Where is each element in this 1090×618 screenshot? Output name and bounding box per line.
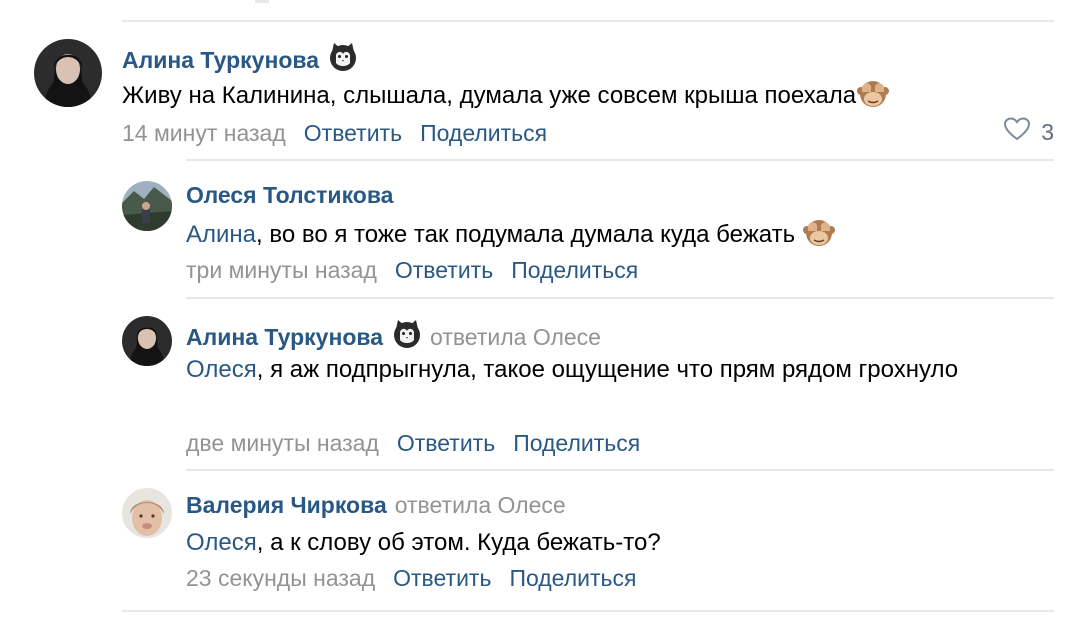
mention-link[interactable]: Олеся [186, 529, 257, 556]
divider-top-fragment [255, 0, 269, 3]
comment-time[interactable]: две минуты назад [186, 430, 379, 457]
author-name[interactable]: Алина Туркунова [186, 324, 383, 351]
share-button[interactable]: Поделиться [509, 565, 636, 592]
divider [122, 610, 1054, 612]
avatar[interactable] [122, 181, 172, 231]
comment-text: Живу на Калинина, слышала, думала уже со… [122, 77, 1022, 119]
mention-link[interactable]: Алина [186, 221, 256, 248]
divider [122, 20, 1054, 22]
reply-button[interactable]: Ответить [395, 257, 493, 284]
comment-text: Олеся, я аж подпрыгнула, такое ощущение … [186, 353, 966, 387]
comment-text-body: , во во я тоже так подумала думала куда … [256, 221, 796, 248]
reply-to-label[interactable]: ответила Олесе [395, 492, 566, 519]
divider [186, 469, 1054, 471]
comment-author[interactable]: Алина Туркунова [122, 42, 358, 78]
comment-text: Олеся, а к слову об этом. Куда бежать-то… [186, 526, 1046, 560]
divider [186, 159, 1054, 161]
comment-author[interactable]: Олеся Толстикова [186, 182, 393, 209]
comment-text-body: , а к слову об этом. Куда бежать-то? [256, 529, 661, 556]
comment-meta: две минуты назад Ответить Поделиться [186, 430, 640, 457]
author-name[interactable]: Валерия Чиркова [186, 492, 387, 519]
comment-author[interactable]: Алина Туркунова ответила Олесе [186, 319, 601, 355]
comment-text-body: , я аж подпрыгнула, такое ощущение что п… [256, 356, 959, 383]
comment-meta: 23 секунды назад Ответить Поделиться [186, 565, 636, 592]
comment-meta: три минуты назад Ответить Поделиться [186, 257, 638, 284]
share-button[interactable]: Поделиться [513, 430, 640, 457]
comment-meta: 14 минут назад Ответить Поделиться [122, 120, 547, 147]
like-button[interactable]: 3 [1003, 117, 1054, 147]
cat-badge-icon [392, 319, 422, 355]
avatar[interactable] [122, 316, 172, 366]
mention-link[interactable]: Олеся [186, 356, 257, 383]
comment-text: Алина, во во я тоже так подумала думала … [186, 216, 1046, 258]
share-button[interactable]: Поделиться [511, 257, 638, 284]
reply-to-label[interactable]: ответила Олесе [430, 324, 601, 351]
share-button[interactable]: Поделиться [420, 120, 547, 147]
author-name[interactable]: Алина Туркунова [122, 47, 319, 74]
comment-time[interactable]: 23 секунды назад [186, 565, 375, 592]
divider [186, 297, 1054, 299]
reply-button[interactable]: Ответить [397, 430, 495, 457]
see-no-evil-monkey-icon [856, 77, 890, 119]
comment-time[interactable]: три минуты назад [186, 257, 377, 284]
like-count: 3 [1041, 118, 1054, 145]
see-no-evil-monkey-icon [802, 216, 836, 258]
cat-badge-icon [328, 42, 358, 78]
comment-author[interactable]: Валерия Чиркова ответила Олесе [186, 492, 566, 519]
author-name[interactable]: Олеся Толстикова [186, 182, 393, 209]
comment-text-body: Живу на Калинина, слышала, думала уже со… [122, 82, 857, 109]
heart-outline-icon[interactable] [1003, 117, 1031, 147]
reply-button[interactable]: Ответить [304, 120, 402, 147]
reply-button[interactable]: Ответить [393, 565, 491, 592]
avatar[interactable] [122, 488, 172, 538]
comment-time[interactable]: 14 минут назад [122, 120, 286, 147]
avatar[interactable] [34, 39, 102, 107]
